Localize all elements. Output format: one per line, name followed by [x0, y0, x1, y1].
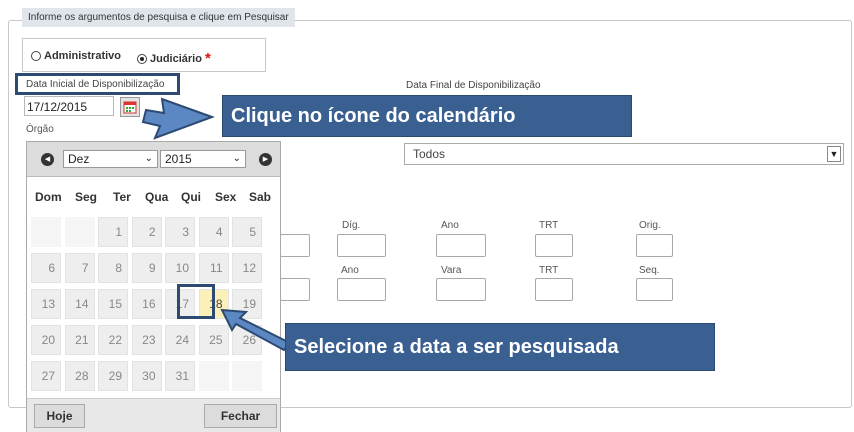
callout-calendar: Clique no ícone do calendário — [222, 95, 632, 137]
arrow-to-calendar-icon — [141, 97, 215, 140]
arrow-to-selected-day-icon — [220, 308, 292, 352]
callout-select-date: Selecione a data a ser pesquisada — [285, 323, 715, 371]
